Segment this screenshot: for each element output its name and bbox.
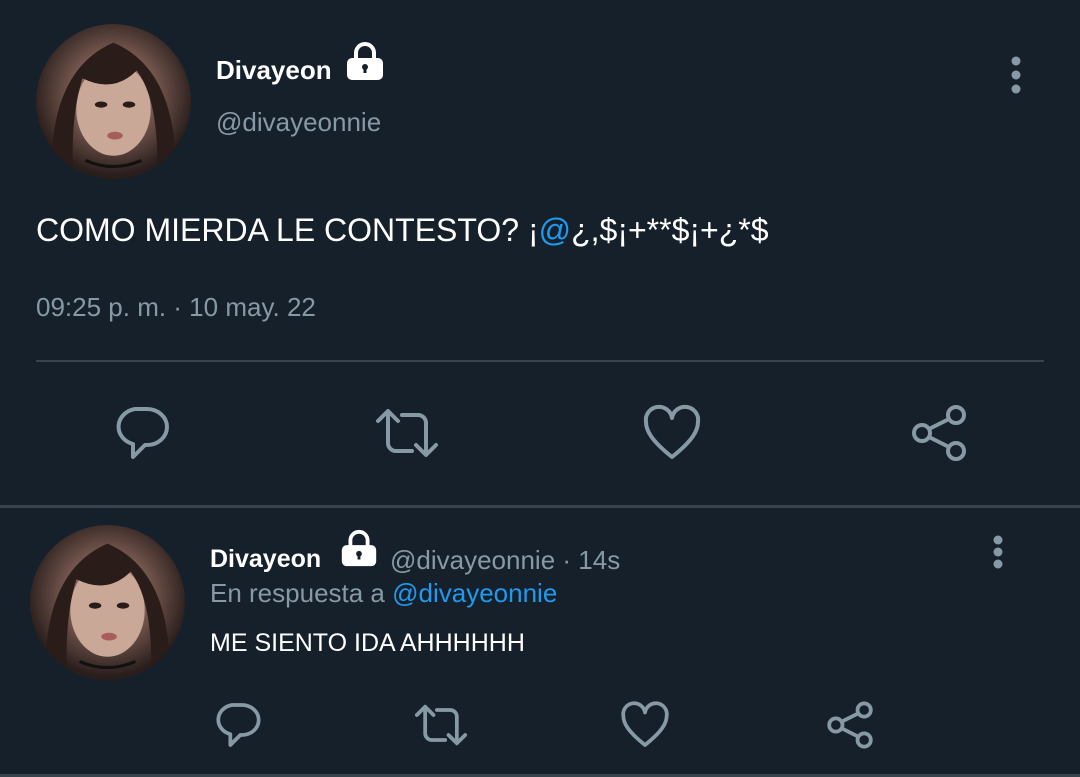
main-tweet: Divayeon @divayeonnie COMO MIERDA LE CON… xyxy=(0,0,1080,505)
reply-icon[interactable] xyxy=(111,403,171,463)
handle-time[interactable]: @divayeonnie · 14s xyxy=(390,545,620,576)
display-name[interactable]: Divayeon xyxy=(216,55,332,86)
lock-icon xyxy=(347,42,383,80)
retweet-icon[interactable] xyxy=(412,700,470,750)
like-icon[interactable] xyxy=(642,403,702,463)
retweet-icon[interactable] xyxy=(374,403,440,463)
handle[interactable]: @divayeonnie xyxy=(216,107,381,138)
tweet-text-suffix: ¿,$¡+**$¡+¿*$ xyxy=(571,212,769,248)
in-reply-prefix: En respuesta a xyxy=(210,578,393,608)
more-vertical-icon[interactable] xyxy=(1006,53,1026,97)
tweet-text: ME SIENTO IDA AHHHHHH xyxy=(210,629,525,657)
lock-icon xyxy=(341,529,377,567)
more-vertical-icon[interactable] xyxy=(988,532,1008,576)
tweet-text-prefix: COMO MIERDA LE CONTESTO? ¡ xyxy=(36,212,539,248)
mention-link[interactable]: @ xyxy=(539,212,571,248)
tweet-text: COMO MIERDA LE CONTESTO? ¡@¿,$¡+**$¡+¿*$ xyxy=(36,212,769,249)
section-divider xyxy=(0,505,1080,508)
avatar[interactable] xyxy=(36,24,191,179)
display-name[interactable]: Divayeon xyxy=(210,545,321,574)
divider xyxy=(36,360,1044,362)
share-icon[interactable] xyxy=(824,700,876,750)
timestamp[interactable]: 09:25 p. m. · 10 may. 22 xyxy=(36,292,316,323)
avatar[interactable] xyxy=(30,525,185,680)
like-icon[interactable] xyxy=(620,700,670,750)
mention-link[interactable]: @divayeonnie xyxy=(392,578,557,608)
reply-icon[interactable] xyxy=(212,700,262,750)
in-reply-to: En respuesta a @divayeonnie xyxy=(210,578,557,609)
share-icon[interactable] xyxy=(908,403,970,463)
